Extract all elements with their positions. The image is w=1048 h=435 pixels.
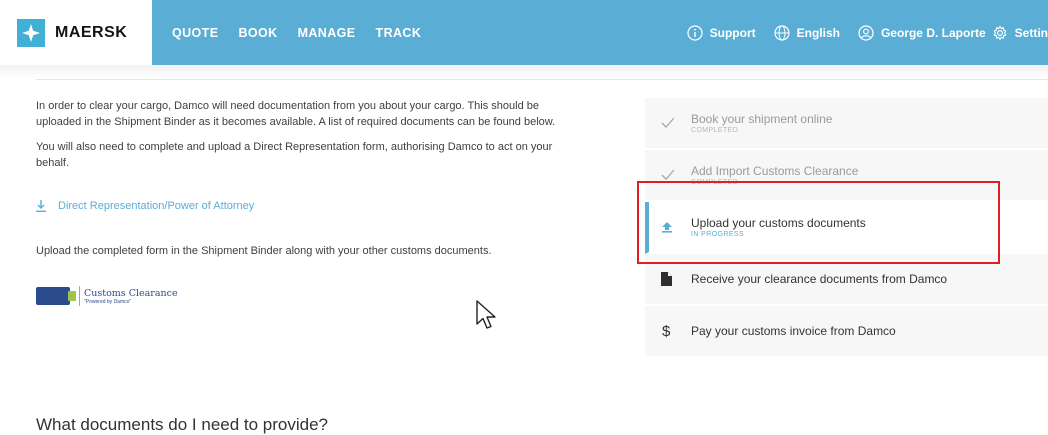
language-selector[interactable]: English	[774, 24, 840, 41]
settings-link[interactable]: Settin	[992, 24, 1048, 41]
step-title: Upload your customs documents	[691, 216, 866, 230]
logo-subtitle: "Powered by Damco"	[84, 298, 132, 305]
user-name: George D. Laporte	[880, 25, 986, 40]
brand-name: MAERSK	[55, 23, 128, 41]
top-header: MAERSK QUOTE BOOK MANAGE TRACK Support E…	[0, 0, 1048, 65]
maersk-logo[interactable]: MAERSK	[0, 0, 152, 65]
step-text: Receive your clearance documents from Da…	[691, 272, 947, 286]
language-label: English	[796, 25, 840, 40]
direct-representation-download[interactable]: Direct Representation/Power of Attorney	[36, 198, 556, 214]
step-text: Book your shipment online COMPLETED	[691, 112, 832, 134]
nav-manage[interactable]: MANAGE	[298, 26, 356, 40]
main-nav: QUOTE BOOK MANAGE TRACK Support English …	[152, 0, 1048, 65]
step-text: Pay your customs invoice from Damco	[691, 324, 896, 338]
step-upload-documents[interactable]: Upload your customs documents IN PROGRES…	[645, 202, 1048, 254]
nav-track[interactable]: TRACK	[376, 26, 422, 40]
clearance-steps: Book your shipment online COMPLETED Add …	[645, 98, 1048, 358]
documents-section-heading: What documents do I need to provide?	[36, 415, 329, 434]
header-shadow	[0, 65, 1048, 79]
user-menu[interactable]: George D. Laporte	[858, 24, 986, 41]
customs-instructions: In order to clear your cargo, Damco will…	[36, 98, 556, 306]
user-icon	[858, 24, 874, 41]
support-label: Support	[709, 25, 756, 40]
step-book-shipment[interactable]: Book your shipment online COMPLETED	[645, 98, 1048, 150]
logo-title: Customs Clearance	[84, 287, 178, 299]
step-pay-invoice[interactable]: $ Pay your customs invoice from Damco	[645, 306, 1048, 358]
support-link[interactable]: Support	[687, 24, 756, 41]
document-icon	[661, 272, 691, 286]
check-icon	[661, 169, 691, 181]
step-text: Add Import Customs Clearance COMPLETED	[691, 164, 858, 186]
step-text: Upload your customs documents IN PROGRES…	[691, 216, 866, 238]
download-icon	[36, 200, 46, 212]
maersk-star-icon	[17, 18, 45, 47]
nav-utilities: Support English George D. Laporte Settin	[669, 0, 1048, 65]
info-icon	[687, 24, 703, 41]
dollar-icon: $	[661, 323, 691, 339]
logo-text: Customs Clearance "Powered by Damco"	[84, 288, 178, 305]
step-title: Receive your clearance documents from Da…	[691, 272, 948, 286]
step-add-customs-clearance[interactable]: Add Import Customs Clearance COMPLETED	[645, 150, 1048, 202]
content-divider	[36, 79, 1048, 80]
svg-text:$: $	[662, 323, 671, 339]
nav-book[interactable]: BOOK	[238, 26, 277, 40]
step-title: Add Import Customs Clearance	[691, 164, 859, 178]
check-icon	[661, 117, 691, 129]
step-status: IN PROGRESS	[691, 231, 745, 238]
step-title: Book your shipment online	[691, 112, 833, 126]
logo-divider	[79, 286, 80, 306]
customs-clearance-mark-icon	[36, 287, 76, 305]
upload-icon	[661, 221, 691, 233]
gear-icon	[993, 24, 1007, 40]
intro-paragraph: In order to clear your cargo, Damco will…	[36, 100, 556, 128]
step-receive-documents[interactable]: Receive your clearance documents from Da…	[645, 254, 1048, 306]
step-title: Pay your customs invoice from Damco	[691, 324, 896, 338]
upload-instruction: Upload the completed form in the Shipmen…	[36, 245, 492, 257]
step-status: COMPLETED	[691, 127, 739, 134]
representation-paragraph: You will also need to complete and uploa…	[36, 141, 553, 169]
settings-label: Settin	[1014, 25, 1048, 40]
step-status: COMPLETED	[691, 179, 739, 186]
globe-icon	[774, 24, 790, 41]
download-link-label: Direct Representation/Power of Attorney	[58, 200, 255, 212]
mouse-cursor-icon	[476, 300, 500, 337]
nav-quote[interactable]: QUOTE	[172, 26, 218, 40]
